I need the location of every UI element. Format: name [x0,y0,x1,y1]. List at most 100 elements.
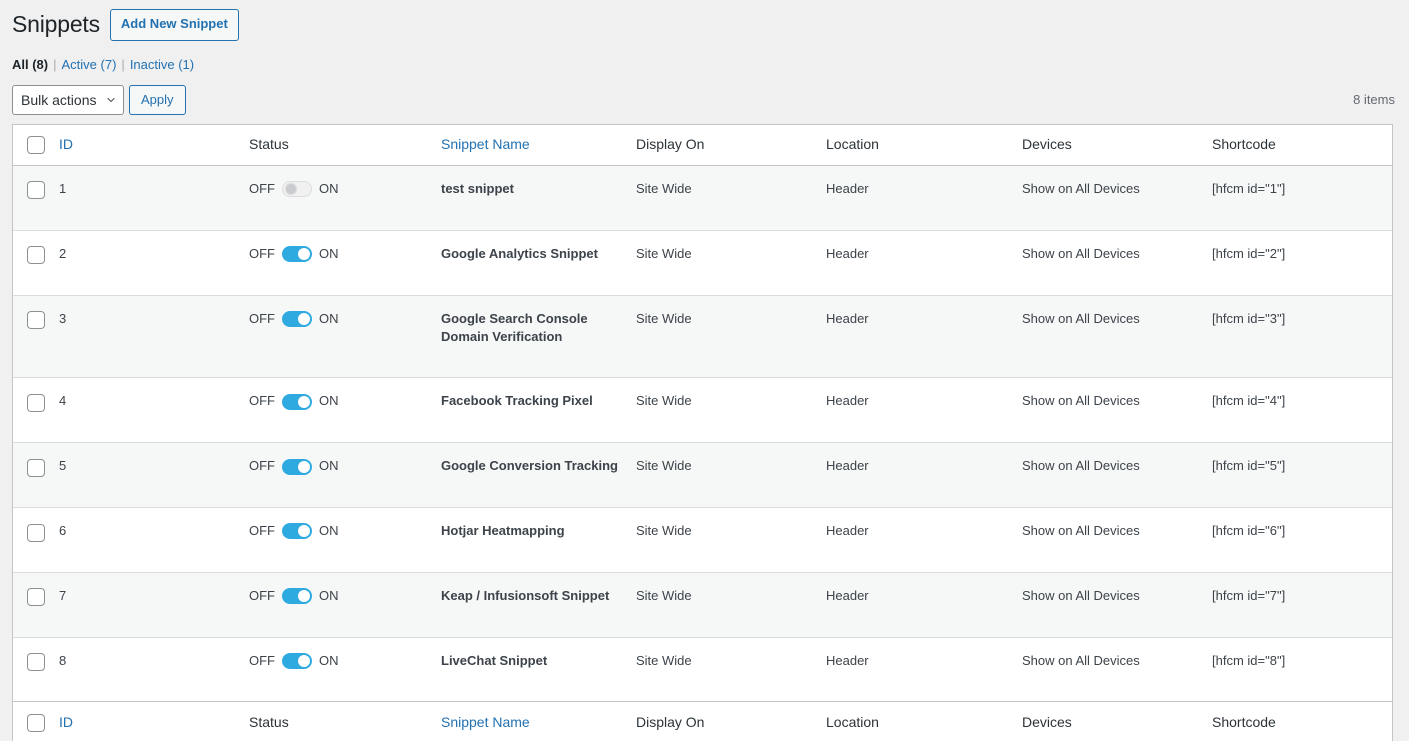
filter-item: Inactive (1) [130,55,194,76]
apply-button-top[interactable]: Apply [129,85,186,115]
row-checkbox[interactable] [27,311,45,329]
toggle-knob [298,461,310,473]
cell-display-on: Site Wide [636,230,826,295]
status-toggle-switch[interactable] [282,311,312,327]
column-header-devices-top: Devices [1022,125,1212,166]
status-toggle-switch[interactable] [282,246,312,262]
toggle-off-label: OFF [249,310,275,329]
table-head: IDStatusSnippet NameDisplay OnLocationDe… [13,125,1392,166]
cell-display-on: Site Wide [636,637,826,702]
cell-snippet-name: Google Search Console Domain Verificatio… [441,295,636,378]
toggle-knob [285,183,297,195]
toggle-off-label: OFF [249,587,275,606]
status-toggle-group: OFFON [249,457,339,476]
toggle-on-label: ON [319,587,339,606]
status-toggle-group: OFFON [249,522,339,541]
cell-location: Header [826,442,1022,507]
cell-shortcode: [hfcm id="2"] [1212,230,1392,295]
snippets-table: IDStatusSnippet NameDisplay OnLocationDe… [12,124,1393,741]
toggle-on-label: ON [319,522,339,541]
filter-link-2[interactable]: Inactive (1) [130,57,194,72]
toggle-knob [298,590,310,602]
column-sort-link-id[interactable]: ID [59,136,73,152]
status-toggle-switch[interactable] [282,181,312,197]
row-select-cell [13,442,59,507]
toggle-on-label: ON [319,310,339,329]
snippets-page: Snippets Add New Snippet All (8)|Active … [0,0,1409,741]
status-toggle-switch[interactable] [282,588,312,604]
column-header-name-bottom[interactable]: Snippet Name [441,701,636,741]
column-sort-link-name[interactable]: Snippet Name [441,136,530,152]
filter-link-0[interactable]: All (8) [12,57,48,72]
status-toggle-group: OFF ON [249,310,339,329]
cell-shortcode: [hfcm id="3"] [1212,295,1392,378]
row-checkbox[interactable] [27,653,45,671]
column-header-display_on-top: Display On [636,125,826,166]
column-header-name-top[interactable]: Snippet Name [441,125,636,166]
row-checkbox[interactable] [27,181,45,199]
status-toggle-switch[interactable] [282,523,312,539]
cell-shortcode: [hfcm id="7"] [1212,572,1392,637]
cell-id: 4 [59,377,249,442]
cell-status: OFFON [249,442,441,507]
cell-status: OFFON [249,377,441,442]
column-header-id-top[interactable]: ID [59,125,249,166]
row-checkbox[interactable] [27,588,45,606]
snippet-name-text[interactable]: Keap / Infusionsoft Snippet [441,588,609,603]
status-toggle-switch[interactable] [282,459,312,475]
toggle-off-label: OFF [249,180,275,199]
column-header-id-bottom[interactable]: ID [59,701,249,741]
toggle-off-label: OFF [249,245,275,264]
filter-item: Active (7)| [62,55,130,76]
select-all-top-cell [13,125,59,166]
row-select-cell [13,230,59,295]
row-checkbox[interactable] [27,524,45,542]
column-sort-link-id[interactable]: ID [59,714,73,730]
cell-location: Header [826,295,1022,378]
table-row: 4OFFONFacebook Tracking PixelSite WideHe… [13,377,1392,442]
toggle-knob [298,655,310,667]
snippet-name-text[interactable]: Google Analytics Snippet [441,246,598,261]
snippet-name-text[interactable]: Google Search Console Domain Verificatio… [441,311,588,345]
snippet-name-text[interactable]: LiveChat Snippet [441,653,547,668]
select-all-checkbox-top[interactable] [27,136,45,154]
cell-id: 2 [59,230,249,295]
status-toggle-group: OFFON [249,392,339,411]
cell-devices: Show on All Devices [1022,166,1212,230]
row-checkbox[interactable] [27,459,45,477]
column-sort-link-name[interactable]: Snippet Name [441,714,530,730]
snippet-name-text[interactable]: Facebook Tracking Pixel [441,393,593,408]
bulk-actions-select-top[interactable]: Bulk actions [12,85,124,115]
cell-status: OFFON [249,507,441,572]
row-checkbox[interactable] [27,394,45,412]
select-all-checkbox-bottom[interactable] [27,714,45,732]
cell-shortcode: [hfcm id="6"] [1212,507,1392,572]
status-toggle-switch[interactable] [282,653,312,669]
snippet-name-text[interactable]: Hotjar Heatmapping [441,523,565,538]
toggle-off-label: OFF [249,652,275,671]
cell-snippet-name: test snippet [441,166,636,230]
table-header-row: IDStatusSnippet NameDisplay OnLocationDe… [13,125,1392,166]
column-header-shortcode-bottom: Shortcode [1212,701,1392,741]
table-row: 8OFFONLiveChat SnippetSite WideHeaderSho… [13,637,1392,702]
table-foot: IDStatusSnippet NameDisplay OnLocationDe… [13,701,1392,741]
toggle-on-label: ON [319,245,339,264]
cell-snippet-name: LiveChat Snippet [441,637,636,702]
toggle-on-label: ON [319,392,339,411]
filter-link-1[interactable]: Active (7) [62,57,117,72]
row-checkbox[interactable] [27,246,45,264]
filter-item: All (8)| [12,55,62,76]
snippet-name-text[interactable]: Google Conversion Tracking [441,458,618,473]
status-toggle-switch[interactable] [282,394,312,410]
row-select-cell [13,377,59,442]
cell-snippet-name: Google Analytics Snippet [441,230,636,295]
add-new-snippet-button[interactable]: Add New Snippet [110,9,239,41]
items-count-top: 8 items [1353,92,1395,107]
table-footer-row: IDStatusSnippet NameDisplay OnLocationDe… [13,701,1392,741]
cell-location: Header [826,166,1022,230]
cell-location: Header [826,572,1022,637]
filter-separator: | [116,57,129,72]
snippet-name-text[interactable]: test snippet [441,181,514,196]
filter-separator: | [48,57,61,72]
tablenav-top: Bulk actions Apply 8 items [12,85,1395,115]
